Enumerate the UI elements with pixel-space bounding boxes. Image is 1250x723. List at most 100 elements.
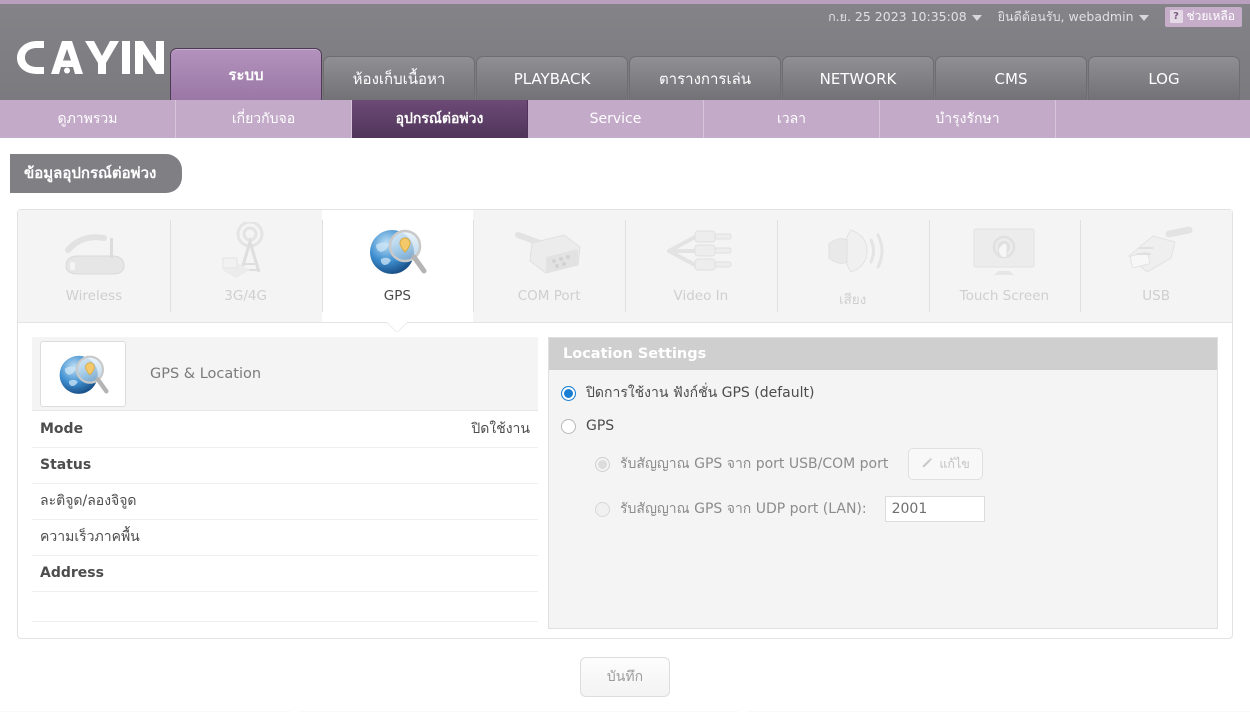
sub-tab-peripherals[interactable]: อุปกรณ์ต่อพ่วง [352,100,528,138]
edit-button[interactable]: แก้ไข [908,448,983,480]
info-value: ปิดใช้งาน [471,420,530,437]
main-tab-label: NETWORK [819,69,897,88]
main-tab-playback[interactable]: PLAYBACK [476,56,628,100]
device-tab-com-port[interactable]: COM Port [473,210,625,322]
settings-panel-body: ปิดการใช้งาน ฟังก์ชั่น GPS (default) GPS… [549,370,1217,522]
main-tab-schedule[interactable]: ตารางการเล่น [629,56,781,100]
device-tab-wireless[interactable]: Wireless [18,210,170,322]
main-tab-bar: ระบบ ห้องเก็บเนื้อหา PLAYBACK ตารางการเล… [170,48,1241,100]
main-tab-network[interactable]: NETWORK [782,56,934,100]
udp-port-input[interactable] [884,496,985,522]
radio-gps[interactable] [561,418,576,434]
sub-tab-overview[interactable]: ดูภาพรวม [0,100,176,138]
option-label: รับสัญญาณ GPS จาก port USB/COM port [620,456,889,472]
sub-nav-filler [1056,100,1250,138]
info-key: Mode [40,420,84,437]
table-row: ละติจูด/ลองจิจูด [32,483,538,519]
info-key: Address [40,565,104,581]
device-tab-touch-screen[interactable]: Touch Screen [928,210,1081,322]
gps-globe-icon [40,340,126,407]
app-header: ก.ย. 25 2023 10:35:08 ยินดีต้อนรับ, weba… [0,4,1250,100]
info-value [340,519,538,555]
option-label: GPS [586,418,615,434]
table-row-spacer [32,591,538,621]
main-tab-system[interactable]: ระบบ [170,48,322,100]
chevron-down-icon [1138,15,1149,21]
info-value [340,555,538,591]
table-row: Address [32,555,538,591]
sub-tab-service[interactable]: Service [528,100,704,138]
sub-nav-bar: ดูภาพรวม เกี่ยวกับจอ อุปกรณ์ต่อพ่วง Serv… [0,100,1250,138]
radio-gps-udp[interactable] [595,501,610,517]
user-menu[interactable]: ยินดีต้อนรับ, webadmin [998,7,1149,27]
device-tab-audio[interactable]: เสียง [776,210,929,322]
main-tab-cms[interactable]: CMS [935,56,1087,100]
main-tab-label: ตารางการเล่น [658,69,752,88]
main-tab-media-library[interactable]: ห้องเก็บเนื้อหา [323,56,475,100]
serial-connector-icon [512,218,586,284]
sub-tab-label: เกี่ยวกับจอ [231,111,296,127]
wireless-router-icon [58,218,130,284]
ghost-cell [0,711,290,723]
save-button[interactable]: บันทึก [579,657,671,697]
help-button[interactable]: ? ช่วยเหลือ [1164,7,1242,27]
device-tab-video-in[interactable]: Video In [625,210,777,322]
usb-plug-icon [1117,218,1195,284]
page-title-area: ข้อมูลอุปกรณ์ต่อพ่วง [0,138,1250,193]
sub-tab-label: Service [589,111,642,127]
main-tab-label: PLAYBACK [513,69,591,88]
device-tab-3g4g[interactable]: 3G/4G [169,210,322,322]
speaker-icon [817,218,889,284]
utility-bar: ก.ย. 25 2023 10:35:08 ยินดีต้อนรับ, weba… [0,4,1250,30]
gps-info-title: GPS & Location [150,365,262,382]
option-disable-gps[interactable]: ปิดการใช้งาน ฟังก์ชั่น GPS (default) [561,382,1207,404]
table-row: Status [32,447,538,483]
device-tab-label: COM Port [517,288,581,304]
info-key: ความเร็วภาคพื้น [40,529,140,545]
device-tab-label: เสียง [838,292,867,308]
datetime-label: ก.ย. 25 2023 10:35:08 [828,9,967,24]
sub-tab-maintenance[interactable]: บำรุงรักษา [880,100,1056,138]
cayin-logo [14,36,164,78]
location-settings-pane: Location Settings ปิดการใช้งาน ฟังก์ชั่น… [548,337,1218,629]
gps-info-pane: GPS & Location Mode ปิดใช้งาน Status ละต… [32,337,538,629]
pencil-icon [921,457,933,472]
info-value [340,483,538,519]
ghost-cell [298,711,738,723]
option-gps-udp[interactable]: รับสัญญาณ GPS จาก UDP port (LAN): [595,496,1207,522]
main-tab-log[interactable]: LOG [1088,56,1240,100]
device-tab-usb[interactable]: USB [1080,210,1232,322]
radio-disable-gps[interactable] [561,385,576,401]
info-value [340,447,538,483]
device-tab-label: Touch Screen [959,288,1050,304]
gps-info-table: Mode ปิดใช้งาน Status ละติจูด/ลองจิจูด ค… [32,411,538,622]
main-tab-label: ห้องเก็บเนื้อหา [352,69,446,88]
radio-gps-usb-com[interactable] [595,456,610,472]
sub-tab-label: ดูภาพรวม [57,111,118,127]
sub-tab-display[interactable]: เกี่ยวกับจอ [176,100,352,138]
settings-panel-title: Location Settings [549,338,1217,370]
device-tab-gps[interactable]: GPS [321,210,474,322]
peripherals-card: Wireless 3G/4G GPS COM Port Video In เสี… [17,209,1233,639]
option-label: ปิดการใช้งาน ฟังก์ชั่น GPS (default) [586,385,815,401]
cell-tower-icon [210,218,282,284]
page-bottom-edge [0,711,1250,723]
option-gps[interactable]: GPS [561,418,1207,434]
sub-tab-label: เวลา [776,111,807,127]
main-tab-label: LOG [1148,69,1180,88]
sub-tab-label: อุปกรณ์ต่อพ่วง [395,111,484,127]
table-row: Mode ปิดใช้งาน [32,411,538,447]
sub-tab-time[interactable]: เวลา [704,100,880,138]
welcome-label: ยินดีต้อนรับ, webadmin [997,9,1134,24]
option-gps-usb-com[interactable]: รับสัญญาณ GPS จาก port USB/COM port แก้ไ… [595,448,1207,480]
ghost-gap [738,711,746,723]
device-tab-label: Video In [673,288,729,304]
datetime-menu[interactable]: ก.ย. 25 2023 10:35:08 [828,7,982,27]
touch-screen-icon [964,218,1044,284]
gps-globe-icon [364,218,430,284]
active-tab-pointer [386,321,408,332]
device-tab-label: GPS [383,288,411,304]
option-label: รับสัญญาณ GPS จาก UDP port (LAN): [620,501,867,517]
main-tab-label: CMS [994,69,1028,88]
settings-panel: Location Settings ปิดการใช้งาน ฟังก์ชั่น… [548,337,1218,629]
